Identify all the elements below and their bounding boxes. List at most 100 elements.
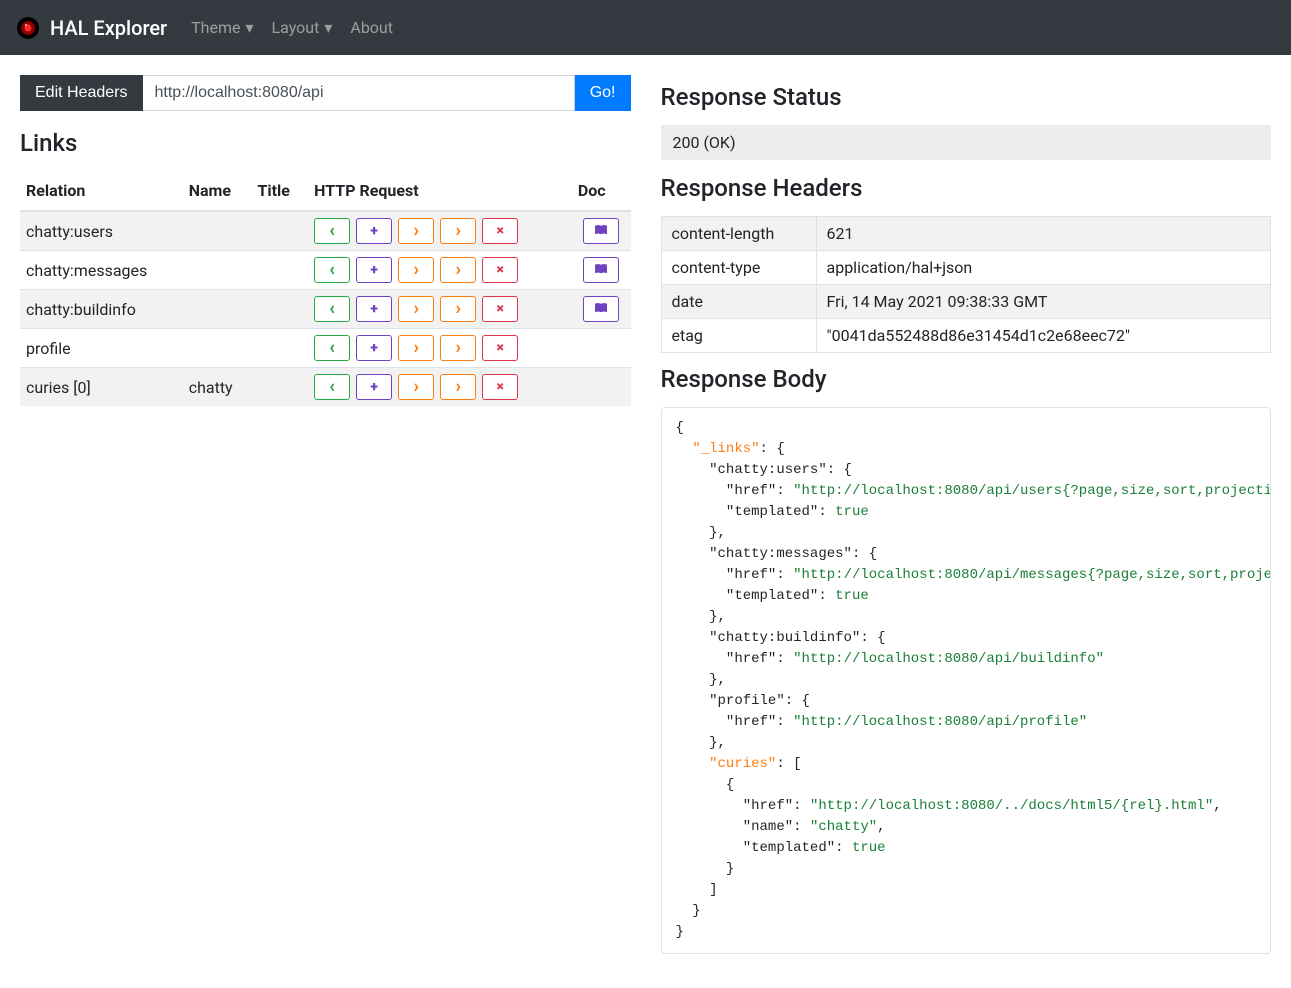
nav-label: Theme <box>191 18 240 37</box>
patch-button[interactable]: › <box>440 218 476 244</box>
response-body: { "_links": { "chatty:users": { "href": … <box>661 407 1272 954</box>
chevron-right-icon: › <box>455 300 460 318</box>
header-key: date <box>661 285 816 319</box>
post-button[interactable]: + <box>356 374 392 400</box>
get-button[interactable]: ‹ <box>314 218 350 244</box>
table-row: curies [0]chatty‹+››× <box>20 368 631 407</box>
patch-button[interactable]: › <box>440 257 476 283</box>
header-value: 621 <box>816 217 1271 251</box>
chevron-left-icon: ‹ <box>329 222 335 240</box>
edit-headers-button[interactable]: Edit Headers <box>20 75 143 111</box>
response-headers-table: content-length621content-typeapplication… <box>661 216 1272 353</box>
nav-label: About <box>350 18 393 37</box>
cell-name <box>183 329 252 368</box>
cell-title <box>251 251 308 290</box>
close-icon: × <box>496 263 503 277</box>
put-button[interactable]: › <box>398 335 434 361</box>
close-icon: × <box>496 302 503 316</box>
close-icon: × <box>496 341 503 355</box>
chevron-right-icon: › <box>413 300 418 318</box>
patch-button[interactable]: › <box>440 335 476 361</box>
close-icon: × <box>496 224 503 238</box>
get-button[interactable]: ‹ <box>314 335 350 361</box>
cell-name <box>183 211 252 251</box>
col-http: HTTP Request <box>308 171 572 211</box>
post-button[interactable]: + <box>356 218 392 244</box>
header-value: "0041da552488d86e31454d1c2e68eec72" <box>816 319 1271 353</box>
col-relation: Relation <box>20 171 183 211</box>
post-button[interactable]: + <box>356 296 392 322</box>
cell-name <box>183 251 252 290</box>
header-key: content-length <box>661 217 816 251</box>
cell-http: ‹ + › › × <box>308 329 572 368</box>
put-button[interactable]: › <box>398 296 434 322</box>
cell-doc <box>572 290 631 329</box>
cell-http: ‹ + › › × <box>308 290 572 329</box>
chevron-right-icon: › <box>455 261 460 279</box>
chevron-right-icon: › <box>455 222 460 240</box>
response-headers-heading: Response Headers <box>661 174 1272 202</box>
plus-icon: + <box>370 302 377 316</box>
put-button[interactable]: › <box>398 374 434 400</box>
chevron-left-icon: ‹ <box>329 339 335 357</box>
table-row: content-typeapplication/hal+json <box>661 251 1271 285</box>
table-row: chatty:messages‹+››× <box>20 251 631 290</box>
patch-button[interactable]: › <box>440 296 476 322</box>
nav-about[interactable]: About <box>350 18 393 37</box>
navbar: HAL Explorer Theme ▾ Layout▾ About <box>0 0 1291 55</box>
col-name: Name <box>183 171 252 211</box>
put-button[interactable]: › <box>398 218 434 244</box>
cell-relation: chatty:buildinfo <box>20 290 183 329</box>
get-button[interactable]: ‹ <box>314 374 350 400</box>
response-body-heading: Response Body <box>661 365 1272 393</box>
delete-button[interactable]: × <box>482 296 518 322</box>
chevron-right-icon: › <box>413 261 418 279</box>
cell-http: ‹+ › › × <box>308 251 572 290</box>
table-row: etag"0041da552488d86e31454d1c2e68eec72" <box>661 319 1271 353</box>
book-icon <box>594 263 608 278</box>
col-title: Title <box>251 171 308 211</box>
cell-http: ‹+››× <box>308 368 572 407</box>
links-heading: Links <box>20 129 631 157</box>
cell-relation: curies [0] <box>20 368 183 407</box>
response-status: 200 (OK) <box>661 125 1272 160</box>
table-row: content-length621 <box>661 217 1271 251</box>
patch-button[interactable]: › <box>440 374 476 400</box>
nav-layout[interactable]: Layout▾ <box>272 18 333 37</box>
put-button[interactable]: › <box>398 257 434 283</box>
doc-button[interactable] <box>583 257 619 283</box>
delete-button[interactable]: × <box>482 335 518 361</box>
response-status-heading: Response Status <box>661 83 1272 111</box>
doc-button[interactable] <box>583 296 619 322</box>
nav-theme[interactable]: Theme ▾ <box>191 18 253 37</box>
cell-title <box>251 329 308 368</box>
brand: HAL Explorer <box>16 16 167 40</box>
chevron-right-icon: › <box>413 339 418 357</box>
go-button[interactable]: Go! <box>575 75 631 111</box>
doc-button[interactable] <box>583 218 619 244</box>
url-bar: Edit Headers Go! <box>20 75 631 111</box>
cell-doc <box>572 251 631 290</box>
header-value: application/hal+json <box>816 251 1271 285</box>
table-row: chatty:buildinfo ‹ + › › × <box>20 290 631 329</box>
post-button[interactable]: + <box>356 335 392 361</box>
table-row: profile‹+››× <box>20 329 631 368</box>
delete-button[interactable]: × <box>482 218 518 244</box>
chevron-right-icon: › <box>455 339 460 357</box>
header-key: content-type <box>661 251 816 285</box>
cell-name: chatty <box>183 368 252 407</box>
chevron-down-icon: ▾ <box>245 18 253 37</box>
cell-name <box>183 290 252 329</box>
chevron-left-icon: ‹ <box>329 378 335 396</box>
delete-button[interactable]: × <box>482 257 518 283</box>
cell-title <box>251 211 308 251</box>
table-row: dateFri, 14 May 2021 09:38:33 GMT <box>661 285 1271 319</box>
get-button[interactable]: ‹ <box>314 257 350 283</box>
post-button[interactable]: + <box>356 257 392 283</box>
get-button[interactable]: ‹ <box>314 296 350 322</box>
delete-button[interactable]: × <box>482 374 518 400</box>
cell-title <box>251 290 308 329</box>
plus-icon: + <box>370 224 377 238</box>
header-value: Fri, 14 May 2021 09:38:33 GMT <box>816 285 1271 319</box>
url-input[interactable] <box>143 75 575 111</box>
